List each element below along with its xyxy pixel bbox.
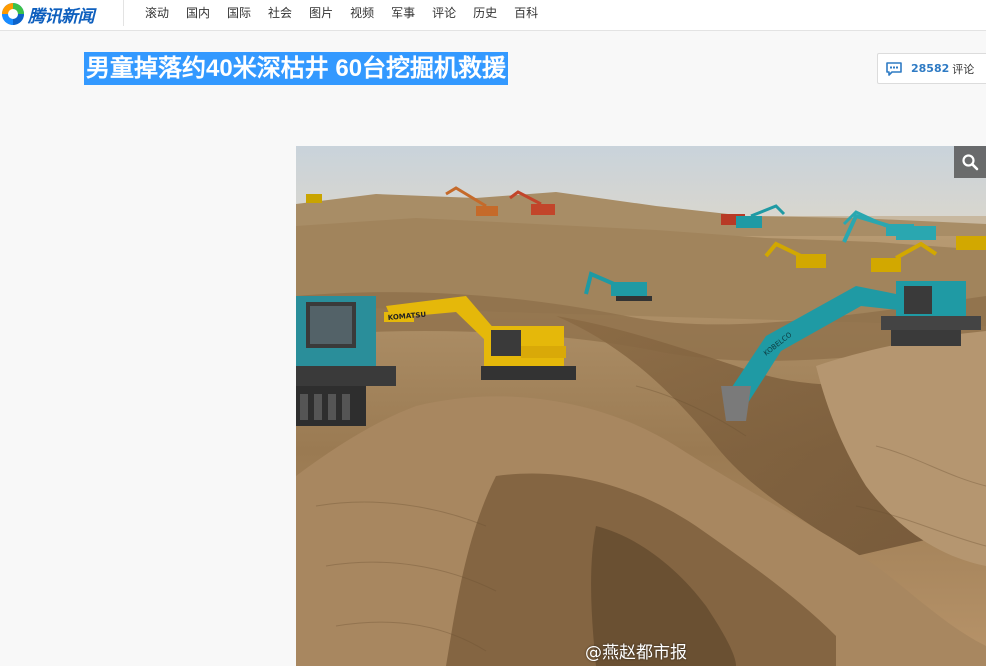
nav-item-domestic[interactable]: 国内	[186, 6, 210, 20]
nav-item-international[interactable]: 国际	[227, 6, 251, 20]
channel-nav: 滚动 国内 国际 社会 图片 视频 军事 评论 历史 百科	[145, 6, 555, 20]
comment-count: 28582	[911, 62, 950, 75]
article-title: 男童掉落约40米深枯井 60台挖掘机救援	[84, 52, 509, 85]
brand-name: 腾讯新闻	[28, 6, 95, 27]
nav-item-history[interactable]: 历史	[473, 6, 497, 20]
comment-label: 评论	[952, 62, 975, 76]
nav-item-encyclopedia[interactable]: 百科	[514, 6, 538, 20]
nav-divider	[123, 0, 124, 26]
nav-item-military[interactable]: 军事	[391, 6, 415, 20]
photo-zoom-button[interactable]	[954, 146, 986, 178]
nav-item-scroll[interactable]: 滚动	[145, 6, 169, 20]
top-navigation-bar: 腾讯新闻 滚动 国内 国际 社会 图片 视频 军事 评论 历史 百科	[0, 0, 986, 31]
nav-item-video[interactable]: 视频	[350, 6, 374, 20]
magnifier-icon	[962, 154, 979, 171]
tencent-logo-icon	[2, 3, 24, 25]
comments-button[interactable]: 28582 评论	[877, 53, 986, 84]
excavation-site-photo: KOMATSU KOBELCO	[296, 146, 986, 666]
brand-logo[interactable]: 腾讯新闻	[2, 2, 95, 27]
article-photo[interactable]: KOMATSU KOBELCO	[296, 146, 986, 666]
nav-item-photos[interactable]: 图片	[309, 6, 333, 20]
comment-bubble-icon	[886, 62, 902, 76]
nav-item-opinion[interactable]: 评论	[432, 6, 456, 20]
nav-item-society[interactable]: 社会	[268, 6, 292, 20]
photo-watermark: @燕赵都市报	[585, 643, 687, 663]
